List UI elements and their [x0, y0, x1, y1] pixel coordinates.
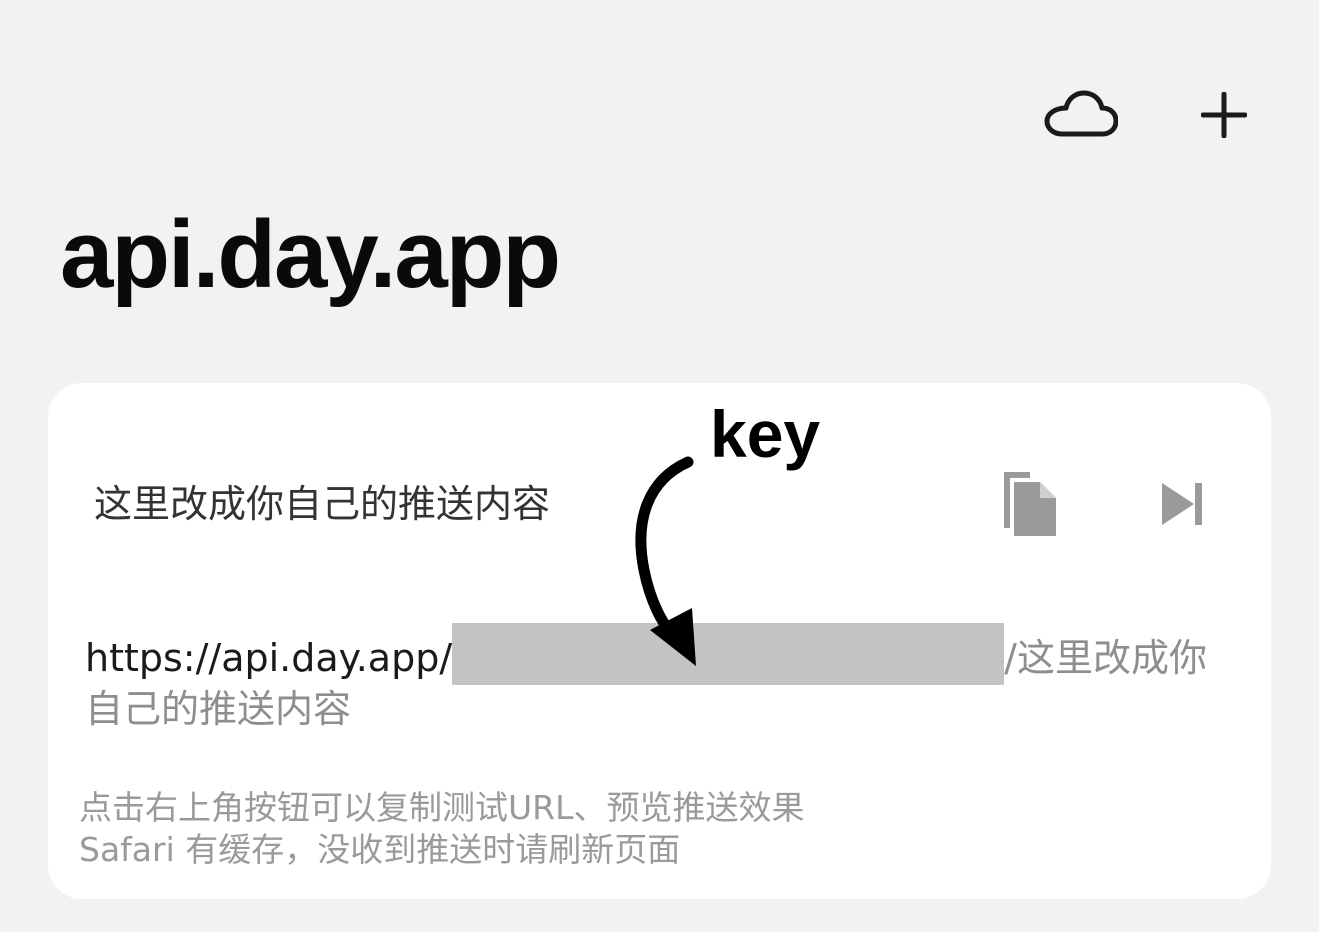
- cloud-button[interactable]: [1040, 80, 1120, 150]
- plus-icon: [1201, 92, 1247, 138]
- copy-url-button[interactable]: [990, 464, 1070, 544]
- preview-push-button[interactable]: [1142, 464, 1222, 544]
- hint-line-2: Safari 有缓存，没收到推送时请刷新页面: [79, 830, 681, 869]
- hint-line-1: 点击右上角按钮可以复制测试URL、预览推送效果: [79, 788, 805, 827]
- key-arrow-icon: [635, 456, 696, 666]
- key-redaction: [452, 623, 1005, 685]
- url-prefix: https://api.day.app/: [85, 636, 453, 680]
- cloud-icon: [1044, 90, 1118, 137]
- page-title: api.day.app: [60, 201, 561, 308]
- key-annotation-label: key: [710, 397, 821, 471]
- hint-text: 点击右上角按钮可以复制测试URL、预览推送效果 Safari 有缓存，没收到推送…: [79, 787, 804, 871]
- push-message-text: 这里改成你自己的推送内容: [94, 482, 551, 526]
- skip-forward-icon: [1162, 483, 1202, 525]
- copy-icon: [1004, 472, 1056, 536]
- add-button[interactable]: [1184, 80, 1264, 150]
